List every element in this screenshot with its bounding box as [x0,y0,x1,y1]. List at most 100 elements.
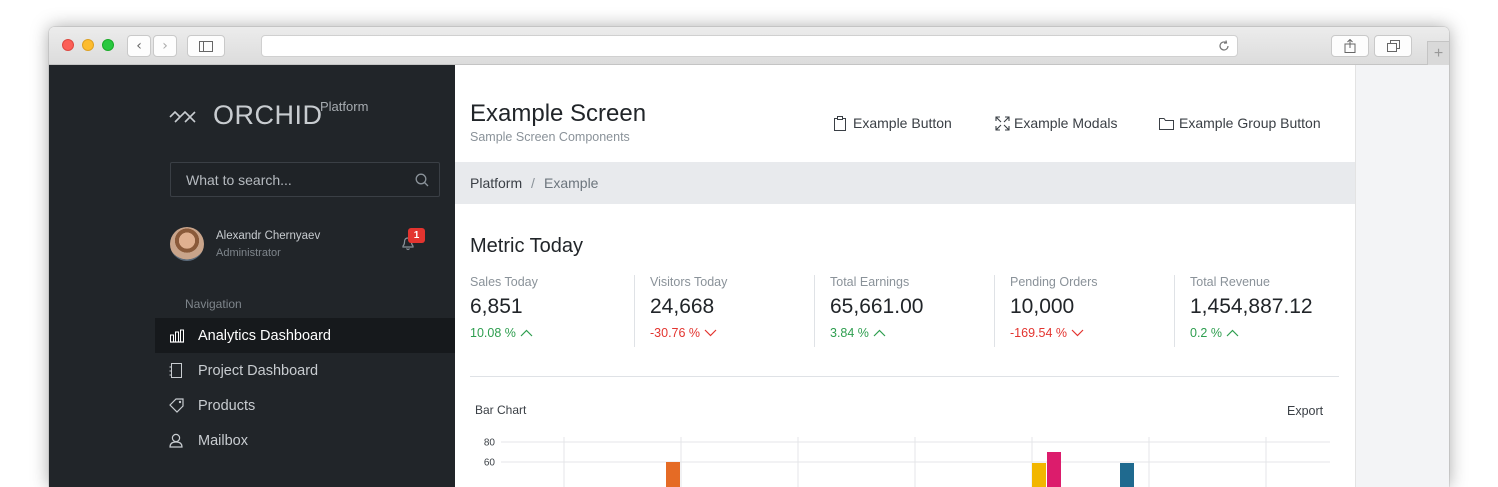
chart-bar[interactable] [1120,463,1134,487]
section-divider [470,376,1339,377]
metric-label: Visitors Today [650,275,728,289]
metric-change-text: 0.2 % [1190,326,1222,340]
logo-superscript: Platform [320,99,369,114]
example-group-button[interactable]: Example Group Button [1159,115,1321,131]
tabs-icon [1386,40,1400,52]
user-icon [169,433,191,448]
sidebar-item-project-dashboard[interactable]: Project Dashboard [155,353,455,388]
sidebar-item-products[interactable]: Products [155,388,455,423]
sidebar-item-analytics-dashboard[interactable]: Analytics Dashboard [155,318,455,353]
example-group-label: Example Group Button [1179,115,1321,131]
metric-value: 6,851 [470,295,523,318]
arrow-up-icon [1226,329,1239,337]
sidebar-item-label: Products [198,397,256,414]
sidebar-toggle-button[interactable] [187,35,225,57]
user-name[interactable]: Alexandr Chernyaev [216,230,320,242]
arrow-down-icon [704,329,717,337]
tag-icon [169,398,191,413]
metric-change: -169.54 % [1010,326,1174,340]
folder-icon [1159,117,1174,130]
search-input[interactable]: What to search... [170,162,440,197]
forward-button[interactable]: › [153,35,177,57]
metric-pending-orders: Pending Orders 10,000 -169.54 % [994,275,1174,347]
logo-text: ORCHID [213,100,323,130]
chart-ytick-label: 60 [484,458,496,469]
share-icon [1344,39,1356,53]
metric-total-revenue: Total Revenue 1,454,887.12 0.2 % [1174,275,1354,347]
export-button[interactable]: Export [1287,404,1323,418]
tabs-overview-button[interactable] [1374,35,1412,57]
metric-value: 24,668 [650,295,715,318]
metric-change: 10.08 % [470,326,650,340]
sidebar-item-label: Analytics Dashboard [198,327,331,344]
sidebar-icon [199,40,213,52]
clipboard-icon [834,115,846,131]
sidebar-item-label: Mailbox [198,432,248,449]
reload-icon[interactable] [1218,40,1230,52]
metric-change-text: -30.76 % [650,326,701,340]
bar-chart: 80 60 [484,437,1330,487]
browser-titlebar: ‹ › + [49,27,1449,65]
new-tab-button[interactable]: + [1427,41,1449,65]
metric-visitors-today: Visitors Today 24,668 -30.76 % [634,275,814,347]
metric-label: Pending Orders [1010,275,1098,289]
metrics-title: Metric Today [470,235,584,257]
chart-bar[interactable] [1047,452,1061,487]
expand-icon [995,115,1010,131]
right-blank-pane [1355,65,1449,487]
metric-label: Total Earnings [830,275,910,289]
user-role: Administrator [216,247,281,259]
example-button-label: Example Button [853,115,952,131]
example-modals-label: Example Modals [1014,115,1118,131]
metric-total-earnings: Total Earnings 65,661.00 3.84 % [814,275,994,347]
metric-change: 0.2 % [1190,326,1354,340]
metric-label: Sales Today [470,275,538,289]
sidebar: ORCHID Platform What to search... Alexan… [49,65,455,487]
browser-window: ‹ › + ORCHID Platform What to search... … [49,27,1449,487]
search-icon[interactable] [415,173,429,187]
minimize-window-button[interactable] [82,39,94,51]
page-title: Example Screen [470,100,647,127]
main-content: Example Screen Sample Screen Components … [455,65,1355,487]
share-button[interactable] [1331,35,1369,57]
chevron-right-icon: › [162,38,168,54]
chevron-left-icon: ‹ [136,38,142,54]
metric-value: 10,000 [1010,295,1075,318]
metric-change: 3.84 % [830,326,994,340]
metric-label: Total Revenue [1190,275,1270,289]
plus-icon: + [1433,44,1444,62]
sidebar-item-label: Project Dashboard [198,362,319,379]
nav-heading: Navigation [185,297,242,311]
zoom-window-button[interactable] [102,39,114,51]
chart-bar[interactable] [1032,463,1046,487]
example-modals-button[interactable]: Example Modals [995,115,1118,131]
avatar[interactable] [170,227,204,261]
page-subtitle: Sample Screen Components [470,130,630,144]
breadcrumb-item-platform[interactable]: Platform [470,175,522,191]
metric-change: -30.76 % [650,326,814,340]
search-placeholder: What to search... [186,172,292,188]
chart-title: Bar Chart [475,403,527,417]
arrow-up-icon [873,329,886,337]
breadcrumb-separator: / [531,175,535,191]
metric-change-text: -169.54 % [1010,326,1067,340]
metric-sales-today: Sales Today 6,851 10.08 % [470,275,650,347]
sidebar-item-mailbox[interactable]: Mailbox [155,423,455,458]
breadcrumb-item-example: Example [544,175,599,191]
chart-bar[interactable] [666,462,680,487]
arrow-down-icon [1071,329,1084,337]
close-window-button[interactable] [62,39,74,51]
orchid-logo-icon [169,110,196,123]
example-button[interactable]: Example Button [833,115,952,131]
metric-change-text: 10.08 % [470,326,516,340]
chart-ytick-label: 80 [484,438,496,449]
metric-value: 65,661.00 [830,295,924,318]
notification-badge[interactable]: 1 [408,228,425,243]
metric-change-text: 3.84 % [830,326,869,340]
metric-value: 1,454,887.12 [1190,295,1313,318]
address-bar[interactable] [261,35,1238,57]
arrow-up-icon [520,329,533,337]
back-button[interactable]: ‹ [127,35,151,57]
bar-chart-icon [169,329,191,343]
notebook-icon [169,363,191,378]
